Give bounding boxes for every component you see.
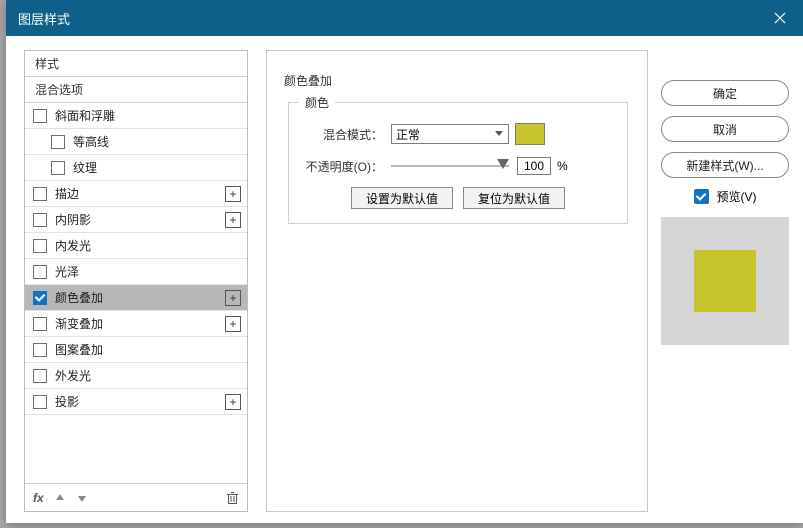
styles-footer: fx — [25, 483, 247, 511]
effect-label: 等高线 — [73, 133, 247, 150]
effect-row[interactable]: 描边+ — [25, 181, 247, 207]
preview-label: 预览(V) — [717, 188, 757, 205]
effect-row[interactable]: 等高线 — [25, 129, 247, 155]
effects-list: 斜面和浮雕等高线纹理描边+内阴影+内发光光泽颜色叠加+渐变叠加+图案叠加外发光投… — [25, 103, 247, 415]
opacity-row: 不透明度(O)： % — [301, 153, 615, 179]
effect-checkbox[interactable] — [51, 135, 65, 149]
blend-mode-select[interactable]: 正常 — [391, 124, 509, 144]
color-swatch[interactable] — [515, 123, 545, 145]
close-button[interactable] — [757, 0, 803, 36]
opacity-slider[interactable] — [391, 158, 509, 174]
effect-label: 内发光 — [55, 237, 247, 254]
arrow-down-icon[interactable] — [76, 492, 88, 504]
blend-mode-row: 混合模式： 正常 — [301, 121, 615, 147]
slider-thumb-icon[interactable] — [497, 159, 509, 169]
effect-checkbox[interactable] — [33, 265, 47, 279]
dialog-title: 图层样式 — [18, 9, 70, 28]
add-effect-icon[interactable]: + — [225, 212, 241, 228]
titlebar[interactable]: 图层样式 — [6, 0, 803, 36]
effect-checkbox[interactable] — [51, 161, 65, 175]
effect-checkbox[interactable] — [33, 239, 47, 253]
add-effect-icon[interactable]: + — [225, 316, 241, 332]
color-subgroup: 颜色 混合模式： 正常 不透明度(O)： % — [288, 102, 628, 224]
effect-label: 颜色叠加 — [55, 289, 225, 306]
add-effect-icon[interactable]: + — [225, 394, 241, 410]
styles-header[interactable]: 样式 — [25, 51, 247, 77]
make-default-button[interactable]: 设置为默认值 — [351, 187, 453, 209]
effect-row[interactable]: 颜色叠加+ — [25, 285, 247, 311]
effect-label: 渐变叠加 — [55, 315, 225, 332]
effect-label: 描边 — [55, 185, 225, 202]
new-style-button[interactable]: 新建样式(W)... — [661, 152, 789, 178]
effect-row[interactable]: 内发光 — [25, 233, 247, 259]
effect-row[interactable]: 外发光 — [25, 363, 247, 389]
preview-toggle-row[interactable]: 预览(V) — [661, 188, 789, 205]
effect-row[interactable]: 渐变叠加+ — [25, 311, 247, 337]
effect-checkbox[interactable] — [33, 395, 47, 409]
layer-style-dialog: 图层样式 样式 混合选项 斜面和浮雕等高线纹理描边+内阴影+内发光光泽颜色叠加+… — [6, 0, 803, 523]
reset-default-button[interactable]: 复位为默认值 — [463, 187, 565, 209]
blend-mode-label: 混合模式： — [301, 126, 383, 143]
blend-options-header[interactable]: 混合选项 — [25, 77, 247, 103]
effect-checkbox[interactable] — [33, 213, 47, 227]
effect-label: 图案叠加 — [55, 341, 247, 358]
effect-checkbox[interactable] — [33, 109, 47, 123]
close-icon — [774, 12, 786, 24]
effect-row[interactable]: 图案叠加 — [25, 337, 247, 363]
effect-checkbox[interactable] — [33, 343, 47, 357]
effect-row[interactable]: 斜面和浮雕 — [25, 103, 247, 129]
effect-row[interactable]: 纹理 — [25, 155, 247, 181]
default-buttons-row: 设置为默认值 复位为默认值 — [301, 187, 615, 209]
effect-row[interactable]: 光泽 — [25, 259, 247, 285]
add-effect-icon[interactable]: + — [225, 290, 241, 306]
cancel-button[interactable]: 取消 — [661, 116, 789, 142]
opacity-input[interactable] — [517, 157, 551, 175]
dialog-body: 样式 混合选项 斜面和浮雕等高线纹理描边+内阴影+内发光光泽颜色叠加+渐变叠加+… — [6, 36, 803, 523]
fx-icon[interactable]: fx — [33, 491, 44, 505]
trash-icon[interactable] — [226, 491, 239, 505]
blend-mode-value: 正常 — [396, 126, 420, 143]
effect-label: 投影 — [55, 393, 225, 410]
opacity-unit: % — [557, 159, 568, 173]
effect-checkbox[interactable] — [33, 317, 47, 331]
effect-label: 斜面和浮雕 — [55, 107, 247, 124]
effect-row[interactable]: 内阴影+ — [25, 207, 247, 233]
chevron-down-icon — [492, 127, 506, 141]
right-buttons-panel: 确定 取消 新建样式(W)... 预览(V) — [661, 80, 789, 345]
effect-checkbox[interactable] — [33, 369, 47, 383]
effect-checkbox[interactable] — [33, 187, 47, 201]
preview-swatch — [694, 250, 756, 312]
color-subgroup-title: 颜色 — [299, 94, 335, 111]
opacity-label: 不透明度(O)： — [301, 158, 383, 175]
effect-row[interactable]: 投影+ — [25, 389, 247, 415]
styles-panel: 样式 混合选项 斜面和浮雕等高线纹理描边+内阴影+内发光光泽颜色叠加+渐变叠加+… — [24, 50, 248, 512]
effect-label: 外发光 — [55, 367, 247, 384]
add-effect-icon[interactable]: + — [225, 186, 241, 202]
effect-label: 光泽 — [55, 263, 247, 280]
effect-checkbox[interactable] — [33, 291, 47, 305]
arrow-up-icon[interactable] — [54, 492, 66, 504]
settings-group: 颜色 混合模式： 正常 不透明度(O)： % — [278, 86, 638, 234]
ok-button[interactable]: 确定 — [661, 80, 789, 106]
preview-box — [661, 217, 789, 345]
preview-checkbox[interactable] — [694, 189, 709, 204]
effect-label: 内阴影 — [55, 211, 225, 228]
effect-label: 纹理 — [73, 159, 247, 176]
